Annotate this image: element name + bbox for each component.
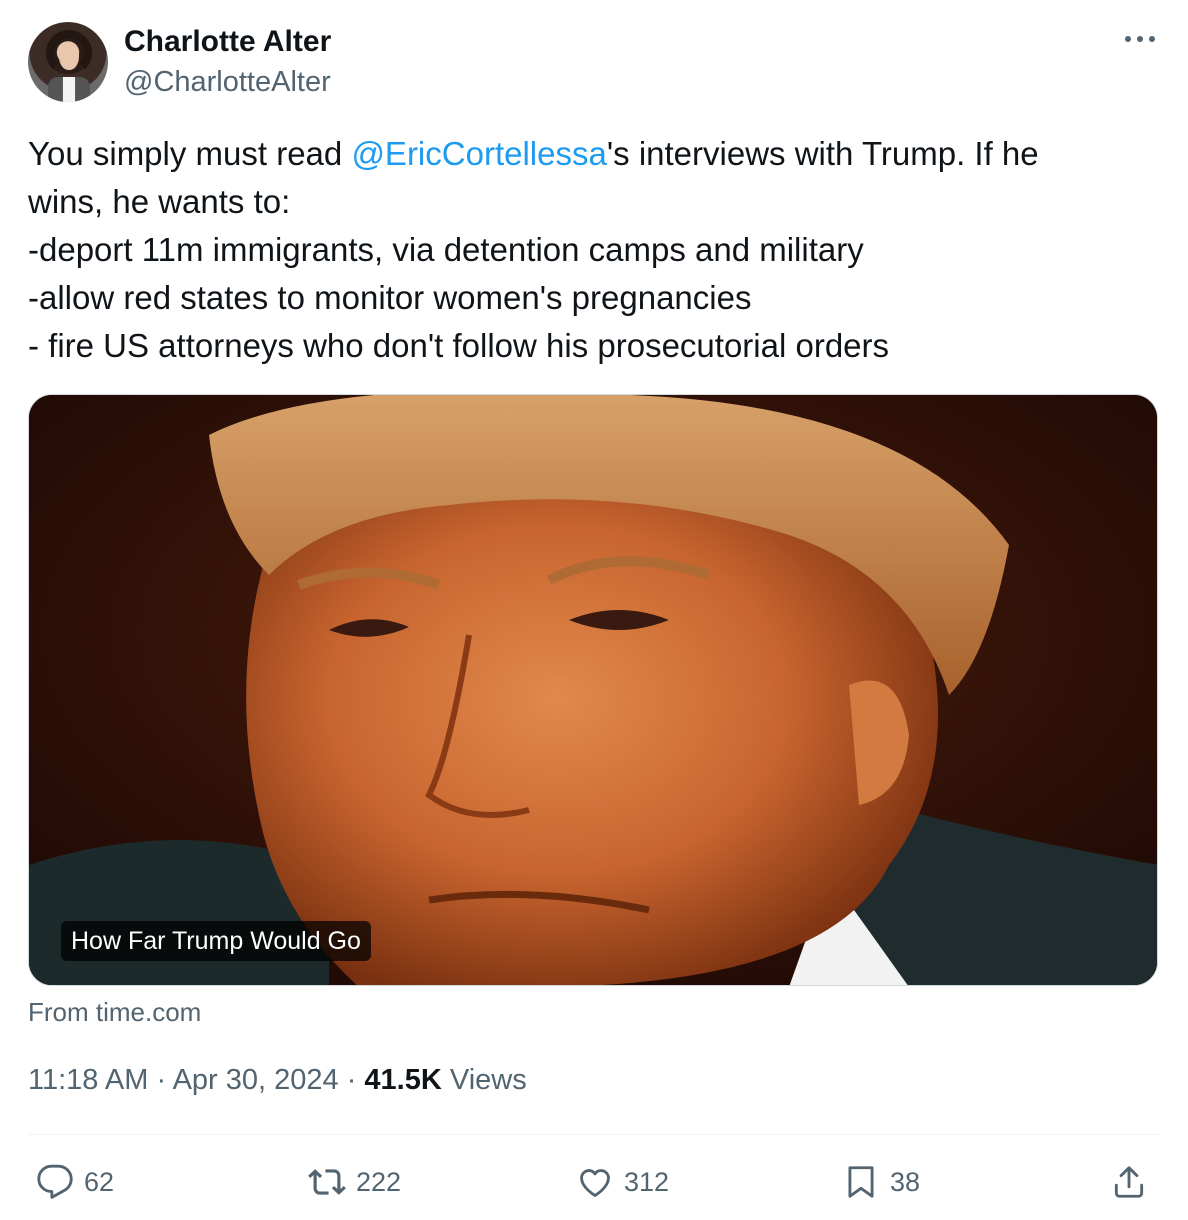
tweet-line-4: -allow red states to monitor women's pre… <box>28 279 752 316</box>
avatar-face <box>59 42 79 70</box>
divider <box>28 1134 1160 1135</box>
bookmark-count: 38 <box>890 1166 921 1197</box>
more-horizontal-icon <box>1125 36 1155 42</box>
tweet-time[interactable]: 11:18 AM <box>28 1064 148 1096</box>
reply-icon <box>37 1164 73 1199</box>
views-label: Views <box>441 1064 527 1096</box>
tweet-meta: 11:18 AM · Apr 30, 2024 · 41.5K Views <box>28 1062 527 1098</box>
tweet-date[interactable]: Apr 30, 2024 <box>173 1064 339 1096</box>
bookmark-icon <box>848 1166 874 1198</box>
tweet-line-3: -deport 11m immigrants, via detention ca… <box>28 231 864 268</box>
card-title: How Far Trump Would Go <box>61 921 371 961</box>
mention-link[interactable]: @EricCortellessa <box>351 135 606 172</box>
like-count: 312 <box>624 1166 670 1197</box>
meta-separator: · <box>148 1064 173 1096</box>
share-button[interactable] <box>1110 1160 1158 1204</box>
repost-button[interactable]: 222 <box>308 1160 401 1204</box>
reply-count: 62 <box>84 1166 115 1197</box>
like-button[interactable]: 312 <box>576 1160 669 1204</box>
share-icon <box>1114 1166 1144 1198</box>
more-options-button[interactable] <box>1120 24 1160 60</box>
reply-button[interactable]: 62 <box>36 1160 114 1204</box>
tweet-text-segment: 's interviews with Trump. If he <box>606 135 1039 172</box>
meta-separator: · <box>338 1064 365 1096</box>
card-image <box>29 395 1157 985</box>
tweet-text-segment: You simply must read <box>28 135 352 172</box>
heart-icon <box>580 1169 610 1197</box>
link-card[interactable]: How Far Trump Would Go <box>28 394 1158 986</box>
avatar[interactable] <box>28 22 108 102</box>
author-handle[interactable]: @CharlotteAlter <box>124 64 331 100</box>
author-name[interactable]: Charlotte Alter <box>124 24 331 60</box>
avatar-collar <box>48 77 90 102</box>
tweet-line-5: - fire US attorneys who don't follow his… <box>28 327 890 364</box>
tweet-text: You simply must read @EricCortellessa's … <box>28 130 1148 370</box>
card-source[interactable]: From time.com <box>28 996 201 1028</box>
repost-icon <box>308 1169 346 1195</box>
bookmark-button[interactable]: 38 <box>842 1160 920 1204</box>
tweet-line-1: You simply must read @EricCortellessa's … <box>28 130 1148 178</box>
repost-count: 222 <box>356 1166 402 1197</box>
views-count[interactable]: 41.5K <box>364 1064 441 1096</box>
tweet-line-2: wins, he wants to: <box>28 183 291 220</box>
